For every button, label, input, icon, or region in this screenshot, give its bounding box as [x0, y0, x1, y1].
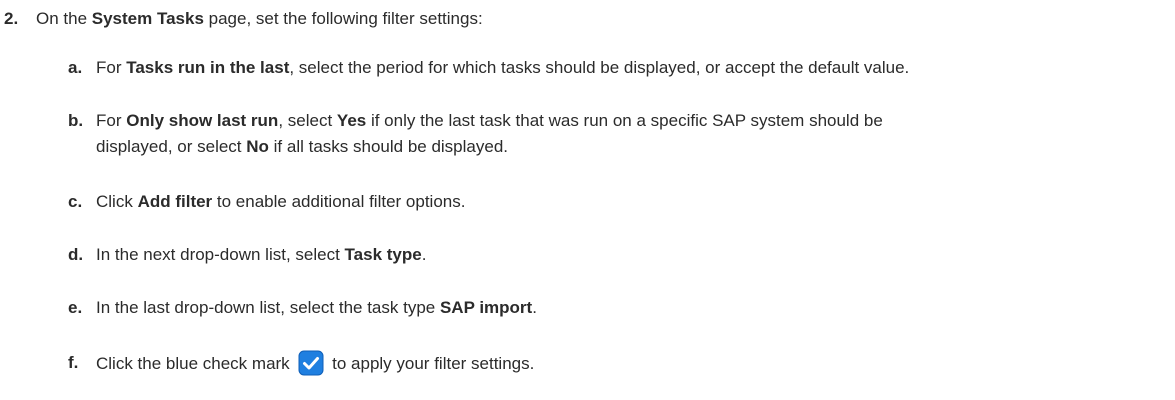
substep-text: For Only show last run, select Yes if on…	[96, 108, 1168, 160]
text-run: , select	[278, 111, 337, 130]
ui-term: Task type	[344, 245, 422, 264]
ui-term: No	[246, 137, 269, 156]
substep-letter: f.	[68, 353, 79, 372]
ui-term: Only show last run	[126, 111, 279, 130]
substep-text: In the last drop-down list, select the t…	[96, 295, 1168, 321]
ui-term: Add filter	[137, 192, 213, 211]
step-heading: 2. On the System Tasks page, set the foll…	[4, 8, 483, 30]
text-run: if only the last task that was run on a …	[366, 111, 883, 130]
substep-letter: c.	[68, 192, 83, 211]
substep-c: c. Click Add filter to enable additional…	[68, 189, 1168, 215]
substep-text: Click the blue check mark to apply your …	[96, 350, 1168, 377]
ui-term: SAP import	[439, 298, 533, 317]
substep-a: a. For Tasks run in the last, select the…	[68, 55, 1168, 81]
ui-term: Yes	[336, 111, 367, 130]
text-run: to apply your filter settings.	[327, 354, 535, 373]
text-run: For	[96, 111, 127, 130]
step-text-2: page, set the following filter settings:	[203, 9, 483, 28]
text-run: if all tasks should be displayed.	[268, 137, 509, 156]
text-run: Click the blue check mark	[96, 354, 295, 373]
text-run: , select the period for which tasks shou…	[289, 58, 910, 77]
ui-term: Tasks run in the last	[126, 58, 290, 77]
text-run: to enable additional filter options.	[212, 192, 466, 211]
substep-f: f. Click the blue check mark to apply yo…	[68, 350, 1168, 377]
substep-d: d. In the next drop-down list, select Ta…	[68, 242, 1168, 268]
check-mark-icon	[298, 350, 324, 376]
page-name: System Tasks	[91, 9, 204, 28]
substep-letter: b.	[68, 111, 84, 130]
substep-letter: e.	[68, 298, 83, 317]
step-number: 2.	[4, 9, 19, 28]
substep-text: For Tasks run in the last, select the pe…	[96, 55, 1168, 81]
substep-letter: d.	[68, 245, 84, 264]
text-run: displayed, or select	[96, 137, 247, 156]
substep-e: e. In the last drop-down list, select th…	[68, 295, 1168, 321]
text-run: For	[96, 58, 127, 77]
substep-text: Click Add filter to enable additional fi…	[96, 189, 1168, 215]
substep-letter: a.	[68, 58, 83, 77]
text-run: .	[532, 298, 537, 317]
text-run: In the last drop-down list, select the t…	[96, 298, 440, 317]
text-run: In the next drop-down list, select	[96, 245, 345, 264]
substep-text: In the next drop-down list, select Task …	[96, 242, 1168, 268]
substep-b: b. For Only show last run, select Yes if…	[68, 108, 1168, 160]
text-run: Click	[96, 192, 138, 211]
text-run: .	[421, 245, 427, 264]
step-text-1: On the	[36, 9, 92, 28]
